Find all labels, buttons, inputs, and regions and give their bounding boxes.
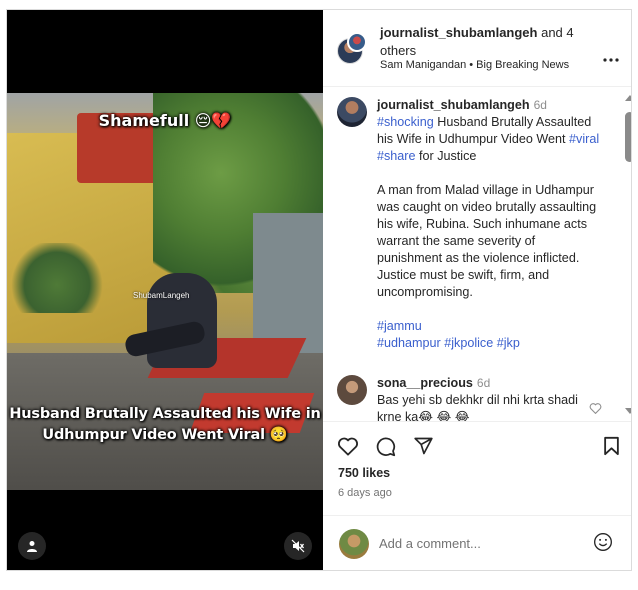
caption-paragraph: A man from Malad village in Udhampur was… <box>377 183 597 299</box>
likes-count[interactable]: 750 likes <box>338 466 390 480</box>
post-caption: journalist_shubamlangeh 6d #shocking Husb… <box>377 97 602 352</box>
scroll-up-arrow[interactable] <box>625 95 631 101</box>
post-dialog: Shamefull 😔💔 ShubamLangeh Husband Brutal… <box>6 9 632 571</box>
video-caption-top: Shamefull 😔💔 <box>98 111 232 130</box>
heart-outline-icon <box>589 403 602 415</box>
comment-timestamp[interactable]: 6d <box>477 376 490 390</box>
coauthor-avatar[interactable] <box>347 32 367 52</box>
more-horizontal-icon <box>603 58 619 62</box>
video-watermark: ShubamLangeh <box>133 291 190 300</box>
commenter-avatar[interactable] <box>337 375 367 405</box>
add-comment-bar <box>323 515 631 570</box>
post-actions <box>323 422 631 462</box>
hashtag-udhampur[interactable]: #udhampur <box>377 336 441 350</box>
volume-off-icon <box>291 539 305 553</box>
post-authors: journalist_shubamlangeh and 4 others <box>380 24 585 60</box>
caption-hashtags: #jammu #udhampur #jkpolice #jkp <box>377 318 602 352</box>
emoji-icon <box>594 533 612 551</box>
comment-icon <box>376 437 396 457</box>
hashtag-shocking[interactable]: #shocking <box>377 115 434 129</box>
scroll-down-arrow[interactable] <box>625 408 631 414</box>
post-audio-subtitle[interactable]: Sam Manigandan • Big Breaking News <box>380 59 569 71</box>
scrollbar-thumb[interactable] <box>625 112 631 162</box>
save-button[interactable] <box>603 436 620 461</box>
hashtag-jkpolice[interactable]: #jkpolice <box>444 336 493 350</box>
comment-like-button[interactable] <box>589 401 602 419</box>
more-options-button[interactable] <box>603 46 619 67</box>
bookmark-icon <box>604 436 619 456</box>
comment-button[interactable] <box>375 436 396 462</box>
post-header: journalist_shubamlangeh and 4 others Sam… <box>323 10 631 87</box>
hashtag-share[interactable]: #share <box>377 149 416 163</box>
hashtag-viral[interactable]: #viral <box>569 132 599 146</box>
caption-author-avatar[interactable] <box>337 97 367 127</box>
caption-username-link[interactable]: journalist_shubamlangeh <box>377 98 530 112</box>
mute-button[interactable] <box>284 532 312 560</box>
video-caption-bottom: Husband Brutally Assaulted his Wife in U… <box>9 406 321 443</box>
user-icon <box>27 541 37 552</box>
comment-text: Bas yehi sb dekhkr dil nhi krta shadi kr… <box>377 393 578 422</box>
caption-timestamp[interactable]: 6d <box>534 98 547 112</box>
hashtag-jammu[interactable]: #jammu <box>377 319 422 333</box>
heart-icon <box>338 437 358 456</box>
comment-item: sona__precious 6d Bas yehi sb dekhkr dil … <box>377 375 597 422</box>
author-username-link[interactable]: journalist_shubamlangeh <box>380 25 537 40</box>
commenter-username-link[interactable]: sona__precious <box>377 376 473 390</box>
current-user-avatar <box>339 529 369 559</box>
hashtag-jkp[interactable]: #jkp <box>497 336 520 350</box>
emoji-button[interactable] <box>593 532 613 557</box>
post-video[interactable]: Shamefull 😔💔 ShubamLangeh Husband Brutal… <box>7 10 323 570</box>
share-button[interactable] <box>413 436 434 461</box>
comments-list[interactable]: journalist_shubamlangeh 6d #shocking Husb… <box>323 87 631 422</box>
caption-text-end: for Justice <box>415 149 477 163</box>
post-side-panel: journalist_shubamlangeh and 4 others Sam… <box>323 10 631 570</box>
comment-input[interactable] <box>379 531 579 555</box>
like-button[interactable] <box>337 436 359 461</box>
post-date[interactable]: 6 days ago <box>338 487 392 499</box>
send-icon <box>414 437 433 455</box>
tagged-users-button[interactable] <box>18 532 46 560</box>
